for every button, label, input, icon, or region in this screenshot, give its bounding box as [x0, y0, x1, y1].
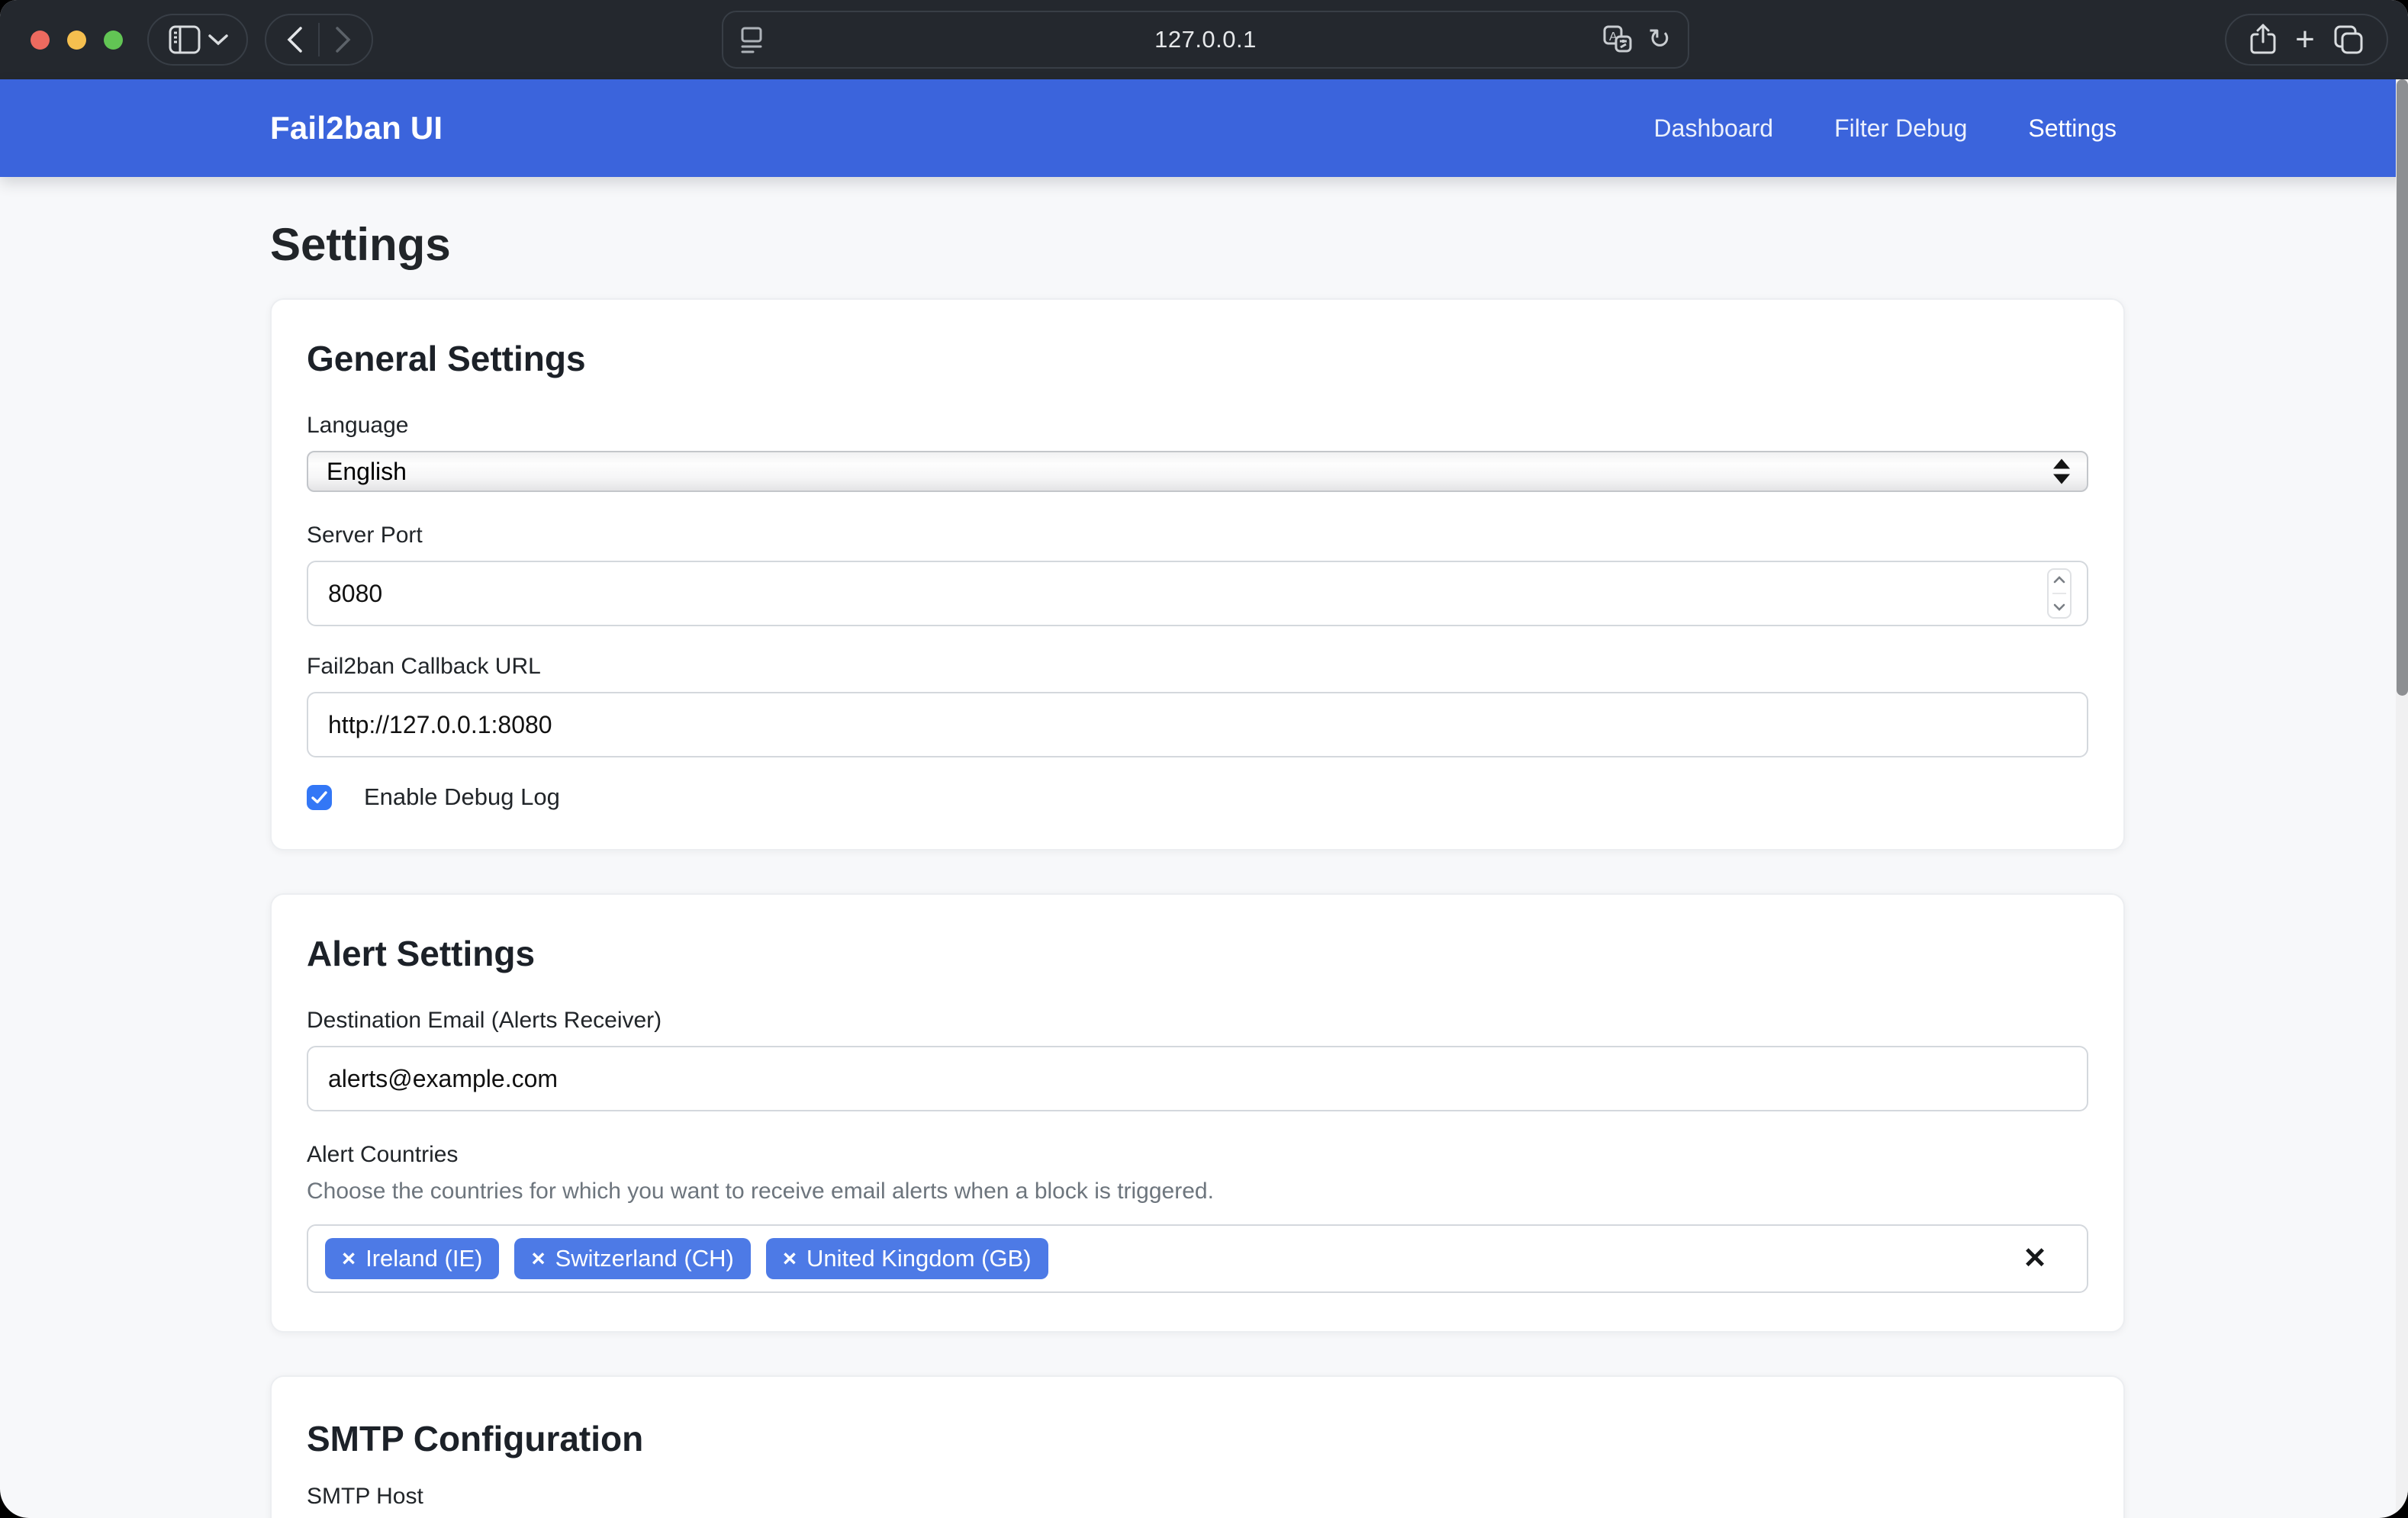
clear-all-countries-icon[interactable]: ✕: [2023, 1244, 2047, 1273]
close-window-button[interactable]: [31, 31, 50, 50]
alert-settings-card: Alert Settings Destination Email (Alerts…: [270, 893, 2125, 1333]
server-port-input[interactable]: [307, 561, 2088, 626]
general-settings-heading: General Settings: [307, 338, 2088, 379]
scrollbar-track[interactable]: [2396, 79, 2408, 1518]
share-icon[interactable]: [2249, 24, 2277, 56]
history-nav-group: [265, 14, 373, 66]
page-title: Settings: [270, 218, 2125, 271]
alert-settings-heading: Alert Settings: [307, 933, 2088, 974]
server-port-field-wrap: [307, 561, 2088, 626]
nav-link-filter-debug[interactable]: Filter Debug: [1834, 114, 1967, 143]
language-select[interactable]: English: [307, 451, 2088, 492]
remove-tag-icon[interactable]: ×: [342, 1245, 356, 1272]
country-tag-united-kingdom[interactable]: × United Kingdom (GB): [766, 1238, 1048, 1279]
debug-log-checkbox[interactable]: [307, 785, 332, 810]
back-icon[interactable]: [286, 26, 303, 53]
destination-email-input[interactable]: [307, 1046, 2088, 1111]
nav-link-settings[interactable]: Settings: [2028, 114, 2117, 143]
reload-icon[interactable]: ↻: [1648, 26, 1671, 53]
forward-icon[interactable]: [335, 26, 352, 53]
url-text[interactable]: 127.0.0.1: [723, 26, 1688, 53]
country-tag-ireland[interactable]: × Ireland (IE): [325, 1238, 499, 1279]
checkmark-icon: [311, 791, 327, 804]
language-label: Language: [307, 413, 2088, 439]
server-port-label: Server Port: [307, 523, 2088, 548]
nav-divider: [318, 23, 320, 56]
country-tags: × Ireland (IE) × Switzerland (CH) × Unit…: [325, 1238, 1048, 1279]
callback-url-input[interactable]: [307, 692, 2088, 757]
smtp-configuration-card: SMTP Configuration SMTP Host: [270, 1375, 2125, 1518]
debug-log-label[interactable]: Enable Debug Log: [364, 783, 560, 811]
smtp-configuration-heading: SMTP Configuration: [307, 1418, 2088, 1459]
nav-links: Dashboard Filter Debug Settings: [1654, 114, 2117, 143]
new-tab-icon[interactable]: +: [2295, 23, 2315, 56]
country-tag-label: Ireland (IE): [365, 1245, 482, 1272]
sidebar-icon[interactable]: [169, 25, 201, 54]
tab-overview-icon[interactable]: [2333, 24, 2364, 55]
country-tag-label: United Kingdom (GB): [806, 1245, 1032, 1272]
alert-countries-help: Choose the countries for which you want …: [307, 1179, 2088, 1204]
alert-countries-multiselect[interactable]: × Ireland (IE) × Switzerland (CH) × Unit…: [307, 1224, 2088, 1293]
sidebar-toolbar-group: [147, 14, 248, 66]
alert-countries-label: Alert Countries: [307, 1142, 2088, 1168]
remove-tag-icon[interactable]: ×: [783, 1245, 797, 1272]
settings-page: Settings General Settings Language Engli…: [270, 218, 2125, 1518]
translate-icon[interactable]: A: [1602, 24, 1633, 55]
app-navbar: Fail2ban UI Dashboard Filter Debug Setti…: [0, 79, 2408, 177]
destination-email-label: Destination Email (Alerts Receiver): [307, 1008, 2088, 1034]
select-arrows-icon: [2053, 459, 2070, 484]
brand[interactable]: Fail2ban UI: [270, 110, 443, 146]
scrollbar-thumb[interactable]: [2397, 79, 2408, 696]
browser-window: 127.0.0.1 A ↻: [0, 0, 2408, 1518]
country-tag-switzerland[interactable]: × Switzerland (CH): [514, 1238, 750, 1279]
country-tag-label: Switzerland (CH): [555, 1245, 734, 1272]
smtp-host-label: SMTP Host: [307, 1484, 2088, 1510]
window-controls: [31, 0, 123, 79]
callback-url-label: Fail2ban Callback URL: [307, 654, 2088, 680]
address-bar[interactable]: 127.0.0.1 A ↻: [722, 11, 1689, 69]
number-stepper-icon[interactable]: [2047, 568, 2072, 619]
zoom-window-button[interactable]: [104, 31, 123, 50]
general-settings-card: General Settings Language English Server…: [270, 298, 2125, 851]
chevron-down-icon[interactable]: [208, 34, 228, 46]
remove-tag-icon[interactable]: ×: [531, 1245, 545, 1272]
language-select-value: English: [327, 458, 407, 486]
debug-log-row: Enable Debug Log: [307, 783, 2088, 811]
nav-link-dashboard[interactable]: Dashboard: [1654, 114, 1774, 143]
reader-view-icon[interactable]: [740, 24, 763, 55]
window-actions-group: +: [2225, 14, 2388, 66]
browser-chrome: 127.0.0.1 A ↻: [0, 0, 2408, 79]
minimize-window-button[interactable]: [67, 31, 86, 50]
